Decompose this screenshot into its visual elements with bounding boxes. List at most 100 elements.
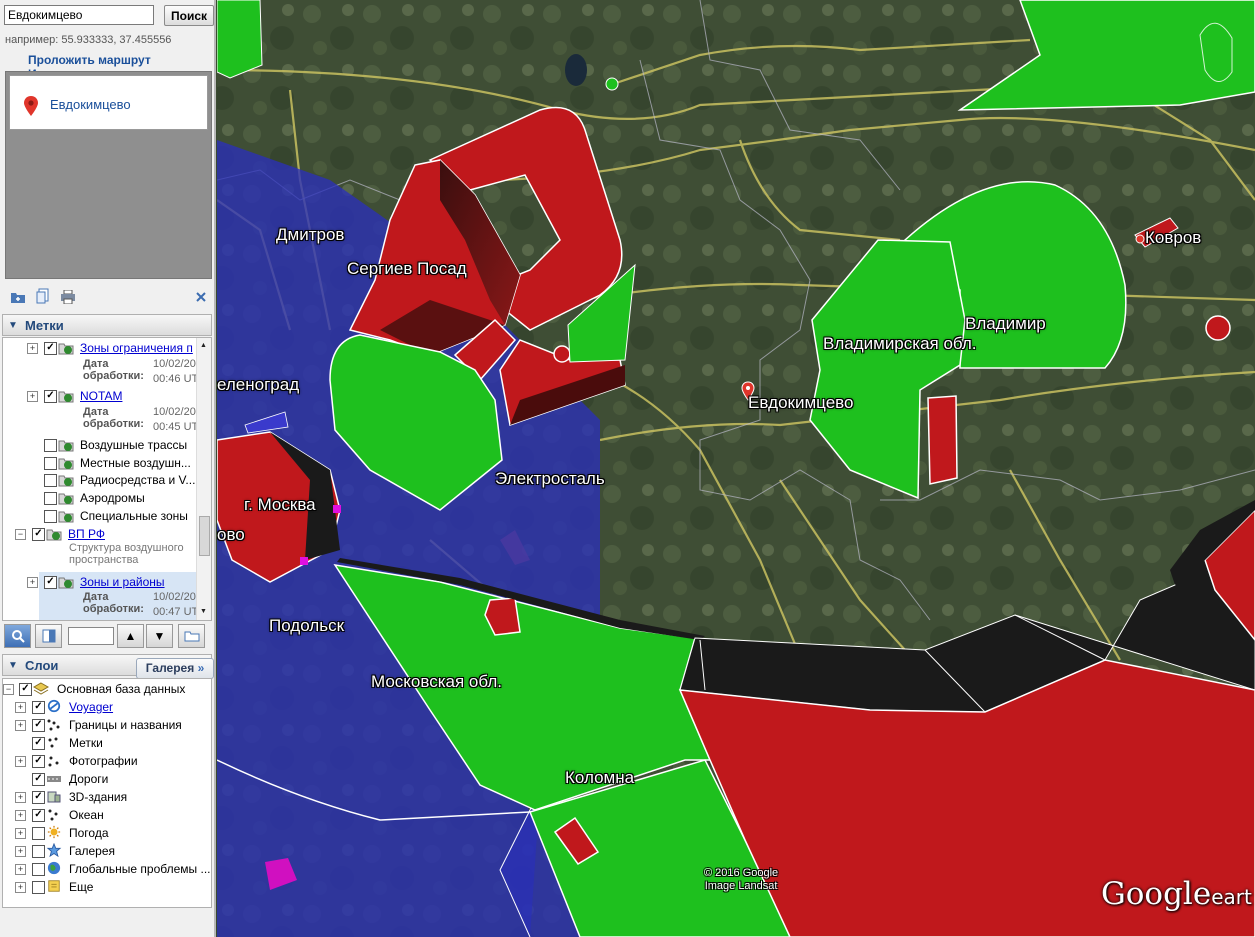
tree-item-label[interactable]: Радиосредства и V... bbox=[80, 473, 195, 487]
expand-icon[interactable]: + bbox=[15, 810, 26, 821]
split-view-button[interactable] bbox=[35, 624, 62, 648]
checkbox[interactable]: ✓ bbox=[44, 342, 57, 355]
tree-item-label[interactable]: Воздушные трассы bbox=[80, 438, 187, 452]
places-tree: + ✓ Зоны ограничения п Дата обработки: 10… bbox=[2, 337, 212, 621]
places-scrollbar[interactable]: ▲ ▼ bbox=[196, 338, 211, 620]
checkbox[interactable]: ✓ bbox=[32, 701, 45, 714]
route-link[interactable]: Проложить маршрут bbox=[28, 53, 151, 67]
expand-icon[interactable]: + bbox=[15, 864, 26, 875]
checkbox[interactable] bbox=[44, 510, 57, 523]
tree-item-label[interactable]: Местные воздушн... bbox=[80, 456, 191, 470]
places-panel-header[interactable]: ▼ Метки bbox=[2, 314, 212, 336]
map-label-odintsovo: ово bbox=[217, 525, 245, 544]
checkbox[interactable]: ✓ bbox=[32, 791, 45, 804]
collapse-icon[interactable]: − bbox=[15, 529, 26, 540]
scroll-up-icon[interactable]: ▲ bbox=[200, 342, 207, 349]
network-link-icon bbox=[58, 440, 74, 452]
collapse-triangle-icon: ▼ bbox=[8, 320, 18, 331]
expand-icon[interactable]: + bbox=[27, 577, 38, 588]
roads-icon bbox=[47, 776, 61, 782]
layer-label: Океан bbox=[69, 808, 104, 822]
tree-item-label[interactable]: Зоны и районы bbox=[80, 575, 165, 589]
expand-icon[interactable]: + bbox=[15, 846, 26, 857]
checkbox[interactable]: ✓ bbox=[32, 809, 45, 822]
checkbox[interactable] bbox=[44, 439, 57, 452]
search-places-button[interactable] bbox=[4, 624, 31, 648]
network-link-icon bbox=[58, 343, 74, 355]
checkbox[interactable]: ✓ bbox=[32, 528, 45, 541]
arrow-down-icon: ▼ bbox=[153, 629, 166, 643]
search-example-hint: например: 55.933333, 37.455556 bbox=[5, 34, 172, 46]
gallery-button[interactable]: Галерея » bbox=[136, 658, 214, 679]
print-icon[interactable] bbox=[60, 290, 76, 304]
network-link-icon bbox=[58, 577, 74, 589]
add-folder-icon[interactable] bbox=[10, 290, 26, 304]
magnifier-icon bbox=[11, 630, 25, 643]
map-view[interactable]: Дмитров Сергиев Посад еленоград г. Москв… bbox=[217, 0, 1255, 937]
tree-item-label[interactable]: Зоны ограничения п bbox=[80, 341, 193, 355]
meta-label: Дата обработки: bbox=[83, 358, 144, 382]
close-icon[interactable] bbox=[196, 292, 206, 302]
move-down-button[interactable]: ▼ bbox=[146, 624, 173, 648]
checkbox[interactable] bbox=[32, 863, 45, 876]
move-up-button[interactable]: ▲ bbox=[117, 624, 144, 648]
checkbox[interactable]: ✓ bbox=[32, 755, 45, 768]
checkbox[interactable]: ✓ bbox=[44, 390, 57, 403]
checkbox[interactable] bbox=[44, 474, 57, 487]
network-link-icon bbox=[58, 511, 74, 523]
checkbox[interactable] bbox=[44, 492, 57, 505]
checkbox[interactable] bbox=[32, 881, 45, 894]
map-canvas[interactable] bbox=[217, 0, 1255, 937]
checkbox[interactable]: ✓ bbox=[19, 683, 32, 696]
copy-icon[interactable] bbox=[36, 288, 50, 304]
expand-icon[interactable]: + bbox=[15, 702, 26, 713]
expand-icon[interactable]: + bbox=[15, 720, 26, 731]
folder-button[interactable] bbox=[178, 624, 205, 648]
meta-label: Дата обработки: bbox=[83, 406, 144, 430]
search-row: Поиск bbox=[4, 5, 214, 27]
layer-label[interactable]: Voyager bbox=[69, 700, 113, 714]
voyager-icon bbox=[47, 699, 61, 713]
sidebar: Поиск например: 55.933333, 37.455556 Про… bbox=[0, 0, 216, 937]
placemarks-icon bbox=[48, 737, 58, 748]
checkbox[interactable] bbox=[32, 827, 45, 840]
tree-item-label[interactable]: Аэродромы bbox=[80, 491, 145, 505]
meta-date: 10/02/20 bbox=[153, 358, 196, 370]
checkbox[interactable]: ✓ bbox=[44, 576, 57, 589]
map-label-vladimir: Владимир bbox=[965, 314, 1046, 333]
expand-icon[interactable]: + bbox=[15, 828, 26, 839]
layer-label: Границы и названия bbox=[69, 718, 182, 732]
layer-label: 3D-здания bbox=[69, 790, 128, 804]
map-label-moscow-oblast: Московская обл. bbox=[371, 672, 502, 691]
scroll-thumb[interactable] bbox=[199, 516, 210, 556]
checkbox[interactable]: ✓ bbox=[32, 719, 45, 732]
search-result-item[interactable]: Евдокимцево bbox=[9, 75, 208, 130]
expand-icon[interactable]: + bbox=[15, 756, 26, 767]
layers-panel-header[interactable]: ▼ Слои Галерея » bbox=[2, 654, 214, 679]
expand-icon[interactable]: + bbox=[27, 343, 38, 354]
layers-tree: − ✓ Основная база данных + ✓ Voyager + ✓… bbox=[2, 678, 212, 908]
expand-icon[interactable]: + bbox=[15, 882, 26, 893]
expand-icon[interactable]: + bbox=[27, 391, 38, 402]
layer-label: Основная база данных bbox=[57, 682, 186, 696]
tree-item-label[interactable]: ВП РФ bbox=[68, 527, 105, 541]
ocean-icon bbox=[48, 809, 58, 821]
item-description: Структура воздушного пространства bbox=[69, 542, 184, 566]
restricted-zone-circle bbox=[1205, 315, 1231, 341]
meta-time: 00:45 UT bbox=[153, 421, 199, 433]
search-input[interactable] bbox=[4, 5, 154, 25]
search-button[interactable]: Поиск bbox=[164, 5, 214, 26]
map-copyright: © 2016 Google Image Landsat bbox=[704, 867, 779, 892]
tree-item-label[interactable]: Специальные зоны bbox=[80, 509, 188, 523]
checkbox[interactable]: ✓ bbox=[32, 773, 45, 786]
marker-purple bbox=[300, 557, 308, 565]
network-link-icon bbox=[58, 475, 74, 487]
collapse-icon[interactable]: − bbox=[3, 684, 14, 695]
checkbox[interactable]: ✓ bbox=[32, 737, 45, 750]
tour-search-field[interactable] bbox=[68, 627, 114, 645]
tree-item-label[interactable]: NOTAM bbox=[80, 389, 122, 403]
scroll-down-icon[interactable]: ▼ bbox=[200, 608, 207, 615]
checkbox[interactable] bbox=[32, 845, 45, 858]
expand-icon[interactable]: + bbox=[15, 792, 26, 803]
checkbox[interactable] bbox=[44, 457, 57, 470]
